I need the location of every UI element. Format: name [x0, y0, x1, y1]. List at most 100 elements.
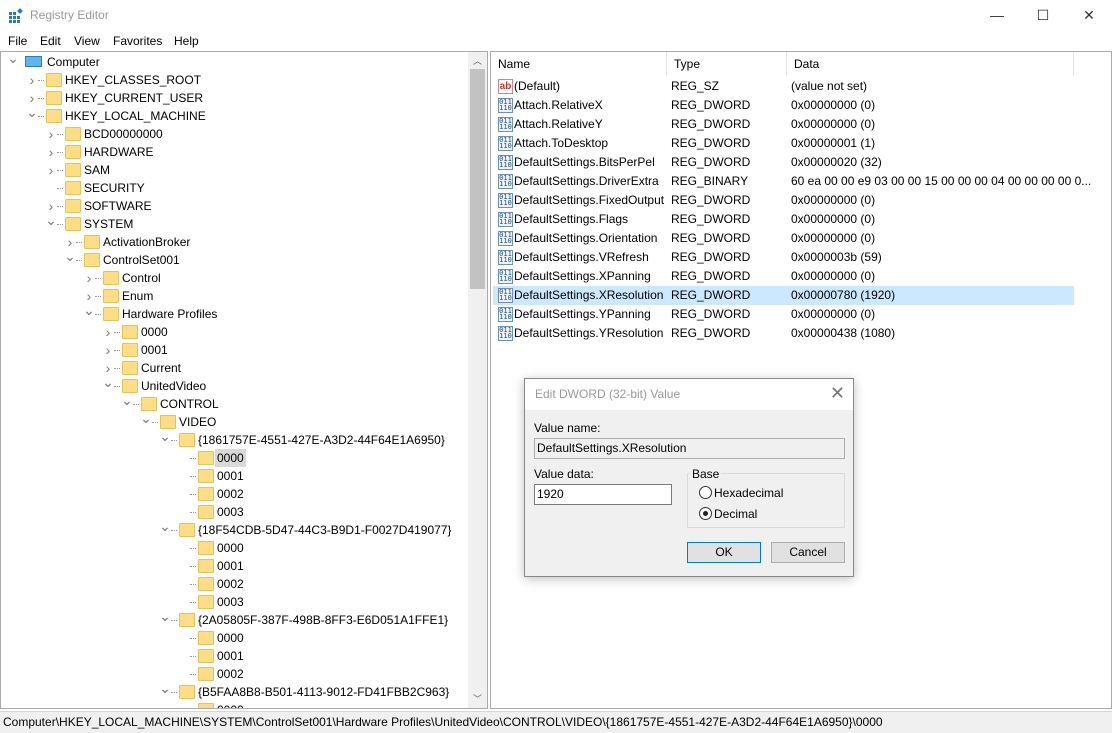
column-header-type[interactable]: Type	[667, 52, 787, 76]
value-row[interactable]: 011 110 DefaultSettings.VRefresh REG_DWORD 0…	[493, 248, 1074, 267]
collapse-chevron-icon[interactable]: ⌄	[140, 409, 152, 427]
tree-node[interactable]: › HKEY_CURRENT_USER	[1, 89, 467, 107]
collapse-chevron-icon[interactable]: ⌄	[121, 391, 133, 409]
menu-help[interactable]: Help	[174, 34, 199, 48]
tree-node[interactable]: 0001	[1, 467, 467, 485]
expand-chevron-icon[interactable]: ›	[102, 323, 114, 341]
collapse-chevron-icon[interactable]: ⌄	[64, 247, 76, 265]
scroll-down-icon[interactable]: ﹀	[473, 692, 482, 705]
value-row[interactable]: 011 110 DefaultSettings.FixedOutput REG_DWO…	[493, 191, 1074, 210]
tree-node[interactable]: 0000	[1, 701, 467, 708]
value-data: 0x00000780 (1920)	[791, 288, 896, 302]
tree-node[interactable]: › SAM	[1, 161, 467, 179]
tree-node[interactable]: 0003	[1, 503, 467, 521]
value-row[interactable]: 011 110 DefaultSettings.Flags REG_DWORD 0x00…	[493, 210, 1074, 229]
expand-chevron-icon[interactable]: ›	[45, 143, 57, 161]
value-row[interactable]: 011 110 DefaultSettings.Orientation REG_DWO…	[493, 229, 1074, 248]
tree-node[interactable]: ⌄ Computer	[1, 52, 467, 71]
value-row[interactable]: 011 110 Attach.RelativeY REG_DWORD 0x0000000…	[493, 115, 1074, 134]
value-row[interactable]: 011 110 DefaultSettings.BitsPerPel REG_DWOR…	[493, 153, 1074, 172]
collapse-chevron-icon[interactable]: ⌄	[159, 517, 171, 535]
column-header-name[interactable]: Name	[491, 52, 667, 76]
tree-node[interactable]: › 0000	[1, 323, 467, 341]
collapse-chevron-icon[interactable]: ⌄	[159, 679, 171, 697]
value-name: Attach.ToDesktop	[514, 136, 609, 150]
tree-node[interactable]: › Enum	[1, 287, 467, 305]
menu-favorites[interactable]: Favorites	[113, 34, 162, 48]
expand-chevron-icon[interactable]: ›	[26, 71, 38, 89]
expand-chevron-icon[interactable]: ›	[102, 341, 114, 359]
minimize-button[interactable]: —	[974, 0, 1020, 31]
menu-view[interactable]: View	[74, 34, 100, 48]
tree-node[interactable]: 0000	[1, 539, 467, 557]
tree-node[interactable]: 0000	[1, 449, 467, 467]
value-row[interactable]: ab (Default) REG_SZ (value not set)	[493, 77, 1074, 96]
value-name-field[interactable]: DefaultSettings.XResolution	[534, 438, 845, 459]
tree-node[interactable]: ⌄ CONTROL	[1, 392, 467, 413]
tree-scrollbar[interactable]: ︿ ﹀	[468, 52, 487, 708]
value-row[interactable]: 011 110 Attach.ToDesktop REG_DWORD 0x0000000…	[493, 134, 1074, 153]
decimal-radio[interactable]	[699, 507, 712, 520]
value-row[interactable]: 011 110 DefaultSettings.YPanning REG_DWORD 0…	[493, 305, 1074, 324]
tree-node[interactable]: 0002	[1, 665, 467, 683]
tree-node[interactable]: 0001	[1, 647, 467, 665]
expand-chevron-icon[interactable]: ›	[45, 161, 57, 179]
tree-node[interactable]: ⌄ {18F54CDB-5D47-44C3-B9D1-F0027D419077}	[1, 518, 467, 539]
tree-node[interactable]: ⌄ ControlSet001	[1, 248, 467, 269]
maximize-button[interactable]: ☐	[1020, 0, 1066, 31]
close-button[interactable]: ✕	[1066, 0, 1112, 31]
column-header-data[interactable]: Data	[787, 52, 1074, 76]
collapse-chevron-icon[interactable]: ⌄	[45, 211, 57, 229]
decimal-label[interactable]: Decimal	[714, 507, 757, 521]
tree-node[interactable]: ⌄ {B5FAA8B8-B501-4113-9012-FD41FBB2C963}	[1, 680, 467, 701]
key-tree[interactable]: ⌄ Computer › HKEY_CLASSES_ROOT › HKEY_CURRENT…	[0, 51, 488, 709]
value-row[interactable]: 011 110 DefaultSettings.XPanning REG_DWORD 0…	[493, 267, 1074, 286]
collapse-chevron-icon[interactable]: ⌄	[102, 373, 114, 391]
value-data-input[interactable]: 1920	[534, 484, 672, 505]
expand-chevron-icon[interactable]: ›	[83, 269, 95, 287]
expand-chevron-icon[interactable]: ›	[45, 125, 57, 143]
hexadecimal-radio[interactable]	[699, 486, 712, 499]
tree-node[interactable]: › BCD00000000	[1, 125, 467, 143]
tree-node[interactable]: 0002	[1, 485, 467, 503]
tree-node[interactable]: ⌄ Hardware Profiles	[1, 302, 467, 323]
cancel-button[interactable]: Cancel	[771, 542, 845, 563]
value-row[interactable]: 011 110 DefaultSettings.YResolution REG_DWO…	[493, 324, 1074, 343]
tree-node[interactable]: › Control	[1, 269, 467, 287]
tree-node[interactable]: ⌄ HKEY_LOCAL_MACHINE	[1, 104, 467, 125]
collapse-chevron-icon[interactable]: ⌄	[26, 103, 38, 121]
dialog-close-button[interactable]: ✕	[830, 383, 845, 404]
tree-node[interactable]: ⌄ UnitedVideo	[1, 374, 467, 395]
value-row[interactable]: 011 110 Attach.RelativeX REG_DWORD 0x0000000…	[493, 96, 1074, 115]
tree-node[interactable]: › Current	[1, 359, 467, 377]
tree-node-label: {B5FAA8B8-B501-4113-9012-FD41FBB2C963}	[198, 685, 450, 699]
value-name: DefaultSettings.YPanning	[514, 307, 651, 321]
ok-button[interactable]: OK	[687, 542, 761, 563]
tree-node[interactable]: ⌄ {1861757E-4551-427E-A3D2-44F64E1A6950}	[1, 428, 467, 449]
value-name: DefaultSettings.FixedOutput	[514, 193, 665, 207]
tree-node[interactable]: 0003	[1, 593, 467, 611]
scroll-up-icon[interactable]: ︿	[473, 54, 482, 67]
tree-node[interactable]: › 0001	[1, 341, 467, 359]
tree-node[interactable]: 0000	[1, 629, 467, 647]
collapse-chevron-icon[interactable]: ⌄	[159, 427, 171, 445]
menu-edit[interactable]: Edit	[40, 34, 61, 48]
tree-node[interactable]: SECURITY	[1, 179, 467, 197]
tree-node[interactable]: › HKEY_CLASSES_ROOT	[1, 71, 467, 89]
tree-node[interactable]: › HARDWARE	[1, 143, 467, 161]
value-row[interactable]: 011 110 DefaultSettings.DriverExtra REG_BIN…	[493, 172, 1091, 191]
tree-node[interactable]: ⌄ VIDEO	[1, 410, 467, 431]
tree-connector	[133, 404, 139, 405]
value-row[interactable]: 011 110 DefaultSettings.XResolution REG_DWO…	[493, 286, 1074, 305]
tree-node[interactable]: › SOFTWARE	[1, 197, 467, 215]
tree-node[interactable]: 0001	[1, 557, 467, 575]
tree-node[interactable]: ⌄ {2A05805F-387F-498B-8FF3-E6D051A1FFE1}	[1, 608, 467, 629]
collapse-chevron-icon[interactable]: ⌄	[7, 52, 19, 67]
collapse-chevron-icon[interactable]: ⌄	[83, 301, 95, 319]
tree-node[interactable]: 0002	[1, 575, 467, 593]
scrollbar-thumb[interactable]	[470, 69, 485, 289]
hexadecimal-label[interactable]: Hexadecimal	[714, 486, 783, 500]
tree-node[interactable]: ⌄ SYSTEM	[1, 212, 467, 233]
menu-file[interactable]: File	[8, 34, 27, 48]
collapse-chevron-icon[interactable]: ⌄	[159, 607, 171, 625]
